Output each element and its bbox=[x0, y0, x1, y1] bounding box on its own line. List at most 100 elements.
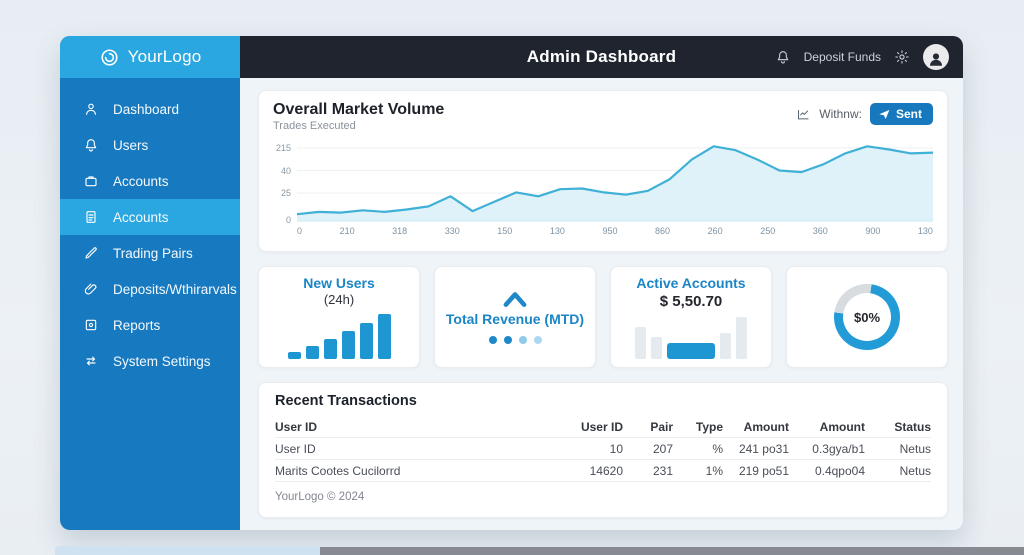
y-tick-label: 25 bbox=[280, 188, 291, 199]
y-tick-label: 0 bbox=[285, 214, 291, 225]
pencil-icon bbox=[85, 247, 97, 259]
x-tick-label: 330 bbox=[444, 226, 460, 236]
avatar[interactable] bbox=[923, 44, 949, 70]
active-accounts-bar-chart bbox=[635, 316, 747, 359]
active-accounts-card[interactable]: Active Accounts $ 5,50.70 bbox=[610, 266, 772, 368]
col-header: Amount bbox=[819, 419, 865, 434]
new-users-bar bbox=[323, 339, 337, 359]
sent-button-label: Sent bbox=[895, 107, 922, 121]
user-icon bbox=[86, 103, 96, 115]
bottom-strip-right bbox=[320, 547, 1024, 555]
transactions-title: Recent Transactions bbox=[275, 393, 417, 409]
table-header-row: User ID User ID Pair Type Amount Amount Status bbox=[275, 416, 931, 438]
cell-value: 0.4qpo04 bbox=[814, 463, 865, 478]
swap-icon bbox=[86, 356, 96, 366]
stats-row: New Users (24h) Total Revenue (MTD) Acti… bbox=[258, 266, 948, 368]
revenue-dots bbox=[488, 335, 542, 344]
cell-value: Netus bbox=[899, 463, 931, 478]
col-header: Type bbox=[695, 419, 723, 434]
cell-name: User ID bbox=[275, 441, 316, 456]
revenue-dot bbox=[518, 335, 527, 344]
deposit-funds-label[interactable]: Deposit Funds bbox=[804, 50, 881, 64]
new-users-bar bbox=[287, 352, 301, 359]
total-revenue-title: Total Revenue (MTD) bbox=[445, 310, 585, 327]
bell-icon[interactable] bbox=[775, 49, 791, 65]
cell-value: % bbox=[712, 441, 723, 456]
cell-value: 231 bbox=[652, 463, 673, 478]
send-icon bbox=[879, 109, 890, 119]
sidebar-item-label: Dashboard bbox=[113, 101, 180, 117]
new-users-bar-chart bbox=[287, 314, 391, 359]
cell-value: 14620 bbox=[589, 463, 623, 478]
chart-title: Overall Market Volume bbox=[273, 101, 445, 118]
x-tick-label: 360 bbox=[812, 226, 828, 236]
gear-icon[interactable] bbox=[894, 49, 910, 65]
active-accounts-bar bbox=[736, 317, 747, 359]
col-header: Pair bbox=[650, 419, 673, 434]
chevron-up-icon bbox=[503, 291, 527, 307]
x-tick-label: 250 bbox=[760, 226, 776, 236]
col-header: User ID bbox=[580, 419, 623, 434]
sidebar-item-reports[interactable]: Reports bbox=[60, 307, 240, 343]
sent-button[interactable]: Sent bbox=[869, 103, 933, 125]
new-users-title: New Users bbox=[303, 275, 375, 291]
x-tick-label: 130 bbox=[549, 226, 565, 236]
report-icon bbox=[85, 319, 97, 331]
active-accounts-bar bbox=[635, 327, 646, 359]
sidebar-item-label: Trading Pairs bbox=[113, 245, 193, 261]
topbar-actions: Deposit Funds bbox=[775, 44, 963, 70]
cell-value: Netus bbox=[899, 441, 931, 456]
logo-swirl-icon bbox=[101, 48, 118, 66]
x-tick-label: 0 bbox=[297, 226, 303, 236]
active-accounts-bar bbox=[667, 343, 715, 359]
donut-card[interactable]: $0% bbox=[786, 266, 948, 368]
new-users-bar bbox=[305, 346, 319, 359]
sidebar-item-label: Deposits/Wthirarvals bbox=[113, 281, 237, 297]
table-row[interactable]: Marits Cootes Cucilorrd 14620 231 1% 219 po5… bbox=[275, 460, 931, 482]
active-accounts-bar bbox=[651, 337, 662, 359]
sidebar-item-deposits-wthirarvals[interactable]: Deposits/Wthirarvals bbox=[60, 271, 240, 307]
sidebar: YourLogo Dashboard Users Accounts Accounts T… bbox=[60, 36, 240, 530]
x-tick-label: 260 bbox=[707, 226, 723, 236]
donut-label: $0% bbox=[853, 309, 881, 325]
recent-transactions-card: Recent Transactions User ID User ID Pair Ty… bbox=[258, 382, 948, 518]
x-tick-label: 210 bbox=[339, 226, 355, 236]
footer-copyright: YourLogo © 2024 bbox=[275, 491, 365, 503]
total-revenue-card[interactable]: Total Revenue (MTD) bbox=[434, 266, 596, 368]
sidebar-item-accounts[interactable]: Accounts bbox=[60, 163, 240, 199]
bell-icon bbox=[85, 139, 97, 152]
col-header: Amount bbox=[743, 419, 789, 434]
withdraw-chart-icon bbox=[798, 109, 809, 119]
sidebar-item-accounts[interactable]: Accounts bbox=[60, 199, 240, 235]
table-row[interactable]: User ID 10 207% 241 po31 0.3gya/b1 Netus bbox=[275, 438, 931, 460]
sidebar-item-trading-pairs[interactable]: Trading Pairs bbox=[60, 235, 240, 271]
logo: YourLogo bbox=[60, 36, 240, 78]
cell-value: 219 po51 bbox=[738, 463, 789, 478]
chart-y-axis: 215 40 25 0 bbox=[273, 138, 295, 225]
revenue-dot bbox=[503, 335, 512, 344]
sidebar-item-system-settings[interactable]: System Settings bbox=[60, 343, 240, 379]
sidebar-item-dashboard[interactable]: Dashboard bbox=[60, 91, 240, 127]
x-tick-label: 950 bbox=[602, 226, 618, 236]
sidebar-item-label: System Settings bbox=[113, 353, 211, 369]
cell-value: 10 bbox=[609, 441, 623, 456]
x-tick-label: 860 bbox=[655, 226, 671, 236]
x-tick-label: 130 bbox=[917, 226, 933, 236]
logo-text: YourLogo bbox=[127, 47, 202, 66]
sidebar-item-users[interactable]: Users bbox=[60, 127, 240, 163]
x-tick-label: 150 bbox=[497, 226, 513, 236]
cell-value: 0.3gya/b1 bbox=[812, 441, 865, 456]
cell-value: 207 bbox=[652, 441, 673, 456]
chart-x-axis: 0 210 318 330 150 130 950 860 260 250 360 900 130 bbox=[297, 226, 933, 236]
dashboard-app: YourLogo Dashboard Users Accounts Accounts T… bbox=[60, 36, 963, 530]
sidebar-item-label: Reports bbox=[113, 317, 161, 333]
chart-plot bbox=[297, 138, 933, 224]
new-users-card[interactable]: New Users (24h) bbox=[258, 266, 420, 368]
topbar: Admin Dashboard Deposit Funds bbox=[240, 36, 963, 78]
avatar-person-icon bbox=[930, 52, 942, 66]
briefcase-icon bbox=[85, 176, 97, 187]
new-users-bar bbox=[359, 323, 373, 359]
new-users-bar bbox=[377, 314, 391, 359]
donut-chart: $0% bbox=[834, 284, 900, 350]
y-tick-label: 40 bbox=[280, 165, 291, 176]
